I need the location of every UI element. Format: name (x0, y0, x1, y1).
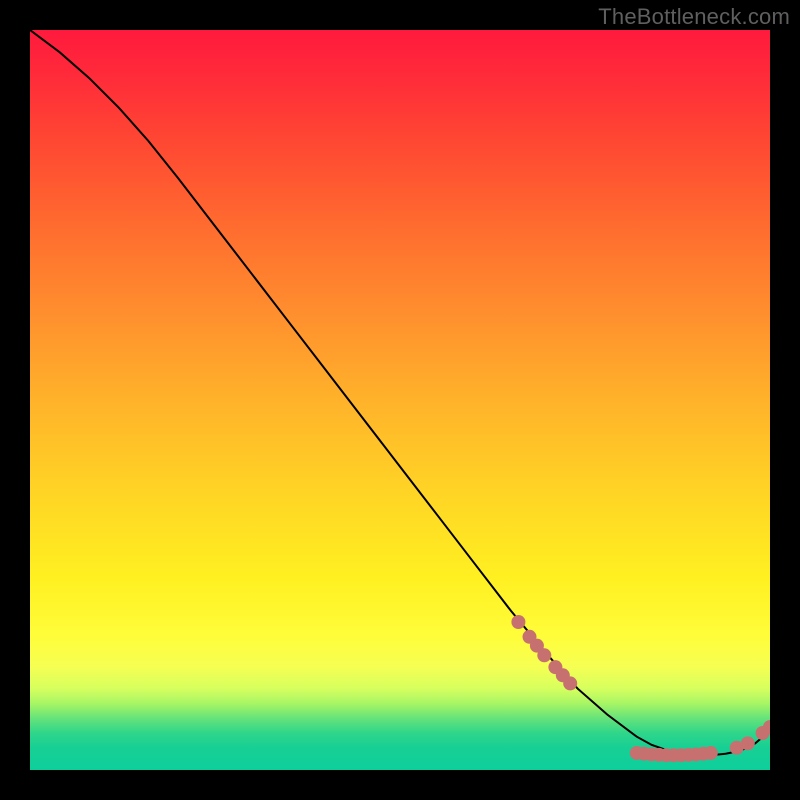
plot-area (30, 30, 770, 770)
curve-line (30, 30, 770, 755)
data-marker (563, 676, 577, 690)
chart-overlay (30, 30, 770, 770)
data-marker (511, 615, 525, 629)
data-marker (537, 648, 551, 662)
chart-frame: TheBottleneck.com (0, 0, 800, 800)
watermark-text: TheBottleneck.com (598, 4, 790, 30)
data-markers (511, 615, 770, 762)
data-marker (704, 746, 718, 760)
data-marker (741, 736, 755, 750)
